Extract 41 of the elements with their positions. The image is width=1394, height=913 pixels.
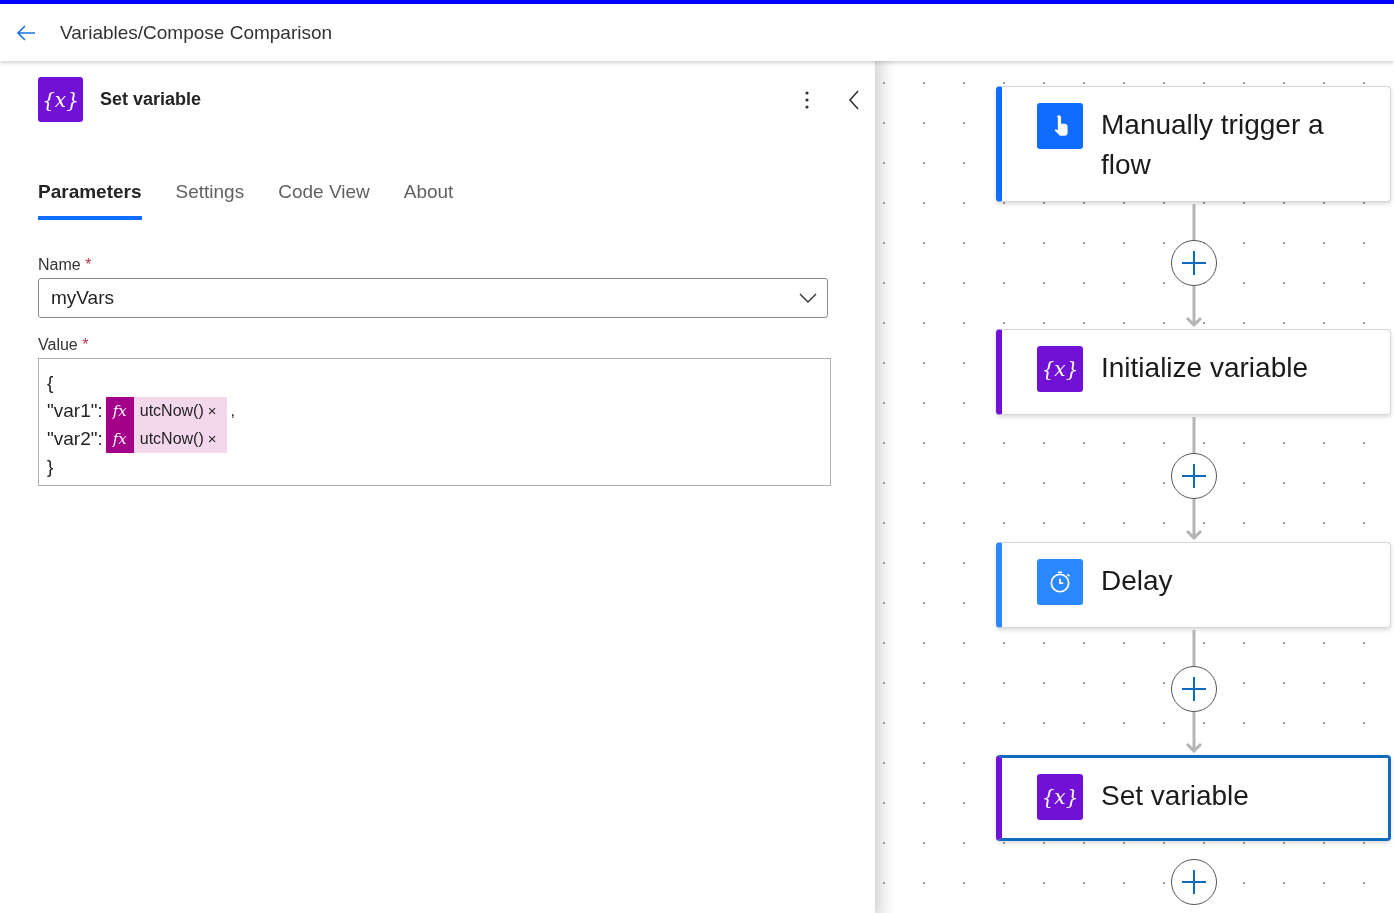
tab[interactable]: Code View bbox=[278, 180, 370, 220]
code-text: "var2": bbox=[47, 427, 103, 451]
plus-icon bbox=[1181, 250, 1207, 276]
flow-step-card[interactable]: {x} Set variable bbox=[996, 755, 1391, 841]
expression-token[interactable]: fx utcNow() × bbox=[105, 397, 227, 425]
step-title: Delay bbox=[1101, 564, 1173, 598]
step-title: Initialize variable bbox=[1101, 351, 1308, 385]
variable-icon: {x} bbox=[1037, 774, 1083, 820]
step-title: Manually trigger a flow bbox=[1101, 108, 1325, 182]
variable-icon: {x} bbox=[38, 77, 83, 122]
code-text: , bbox=[230, 401, 235, 421]
add-step-button[interactable] bbox=[1171, 240, 1217, 286]
stopwatch-icon bbox=[1037, 559, 1083, 605]
chevron-down-icon bbox=[799, 293, 817, 303]
value-editor[interactable]: { "var1": fx utcNow() × , "var2": fx utcNow() × } bbox=[38, 358, 831, 486]
variable-icon: {x} bbox=[1037, 346, 1083, 392]
plus-icon bbox=[1181, 463, 1207, 489]
field-label: Name * bbox=[38, 256, 92, 274]
step-title: Set variable bbox=[1101, 779, 1249, 813]
flow-step-card[interactable]: Delay bbox=[996, 542, 1391, 628]
code-text: } bbox=[47, 455, 54, 479]
collapse-chevron-icon[interactable] bbox=[848, 89, 860, 110]
name-dropdown[interactable]: myVars bbox=[38, 278, 828, 318]
tab[interactable]: Settings bbox=[175, 180, 245, 220]
flow-title: Variables/Compose Comparison bbox=[60, 21, 333, 44]
add-step-button[interactable] bbox=[1171, 859, 1217, 905]
more-icon[interactable] bbox=[804, 89, 810, 110]
plus-icon bbox=[1181, 869, 1207, 895]
expression-token[interactable]: fx utcNow() × bbox=[105, 425, 227, 453]
tab[interactable]: About bbox=[403, 180, 454, 220]
add-step-button[interactable] bbox=[1171, 453, 1217, 499]
hand-pointer-icon bbox=[1037, 103, 1083, 149]
flow-step-card[interactable]: {x} Initialize variable bbox=[996, 329, 1391, 415]
code-text: "var1": bbox=[47, 399, 103, 423]
panel-title: Set variable bbox=[100, 89, 203, 110]
flow-step-card[interactable]: Manually trigger a flow bbox=[996, 86, 1391, 202]
field-label: Value * bbox=[38, 336, 89, 354]
tab[interactable]: Parameters bbox=[38, 180, 142, 220]
plus-icon bbox=[1181, 676, 1207, 702]
add-step-button[interactable] bbox=[1171, 666, 1217, 712]
code-text: { bbox=[47, 371, 54, 395]
